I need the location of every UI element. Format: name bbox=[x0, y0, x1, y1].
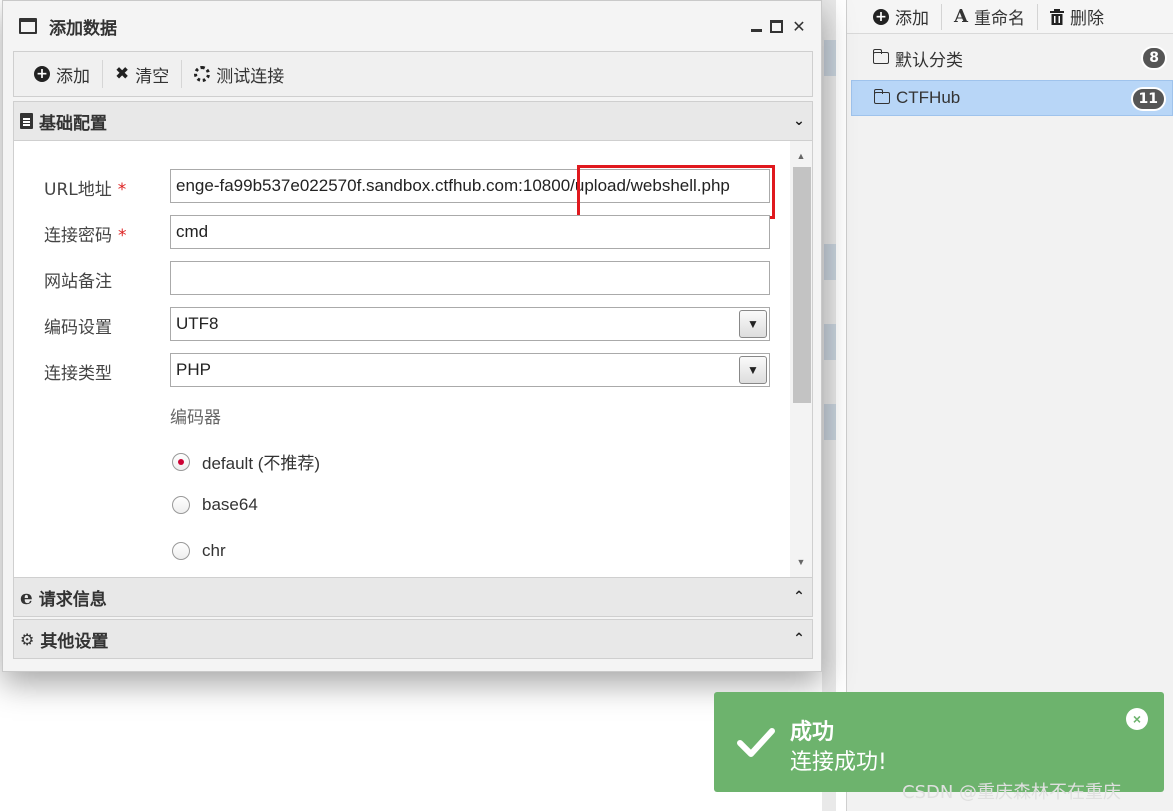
category-panel: + 添加 A 重命名 删除 默认分类 8 CTFHub 11 bbox=[846, 0, 1173, 811]
radio-button[interactable] bbox=[172, 542, 190, 560]
radio-button[interactable] bbox=[172, 452, 190, 471]
chevron-down-icon[interactable]: ▼ bbox=[739, 356, 767, 384]
window-controls: ✕ bbox=[751, 17, 821, 36]
note-label: 网站备注 bbox=[44, 272, 112, 292]
minimize-button[interactable] bbox=[751, 20, 762, 32]
chevron-up-icon: ⌃ bbox=[793, 631, 805, 647]
category-add-button[interactable]: + 添加 bbox=[861, 4, 941, 30]
toast-title: 成功 bbox=[790, 720, 835, 745]
add-button[interactable]: + 添加 bbox=[22, 59, 102, 89]
font-a-icon: A bbox=[954, 6, 968, 27]
clear-button[interactable]: ✖ 清空 bbox=[103, 59, 181, 89]
encoding-select[interactable]: UTF8 ▼ bbox=[170, 307, 770, 341]
folder-icon bbox=[873, 89, 890, 104]
category-toolbar: + 添加 A 重命名 删除 bbox=[847, 0, 1173, 34]
password-input[interactable]: cmd bbox=[170, 215, 770, 249]
encoder-option-default[interactable]: default (不推荐) bbox=[172, 449, 320, 474]
count-badge: 11 bbox=[1130, 87, 1166, 111]
category-rename-button[interactable]: A 重命名 bbox=[942, 4, 1037, 30]
trash-icon bbox=[1049, 8, 1064, 25]
maximize-button[interactable] bbox=[770, 19, 783, 33]
success-toast: 成功 连接成功! × bbox=[714, 692, 1164, 792]
document-icon bbox=[20, 113, 33, 129]
password-label: 连接密码 * bbox=[44, 226, 127, 246]
toast-close-button[interactable]: × bbox=[1126, 708, 1148, 730]
test-connection-button[interactable]: 测试连接 bbox=[182, 59, 296, 89]
basic-config-form: URL地址 * enge-fa99b537e022570f.sandbox.ctf… bbox=[13, 141, 813, 577]
scroll-up-icon[interactable]: ▲ bbox=[790, 145, 812, 167]
plus-circle-icon: + bbox=[34, 66, 50, 82]
edge-icon: e bbox=[20, 585, 33, 609]
category-item-ctfhub[interactable]: CTFHub 11 bbox=[851, 80, 1173, 116]
dialog-title: 添加数据 bbox=[49, 18, 117, 39]
gears-icon: ⚙ bbox=[20, 629, 35, 649]
dialog-body: + 添加 ✖ 清空 测试连接 基础配置 ⌄ URL地址 * enge-fa99b5… bbox=[13, 51, 813, 663]
plus-circle-icon: + bbox=[873, 8, 889, 25]
background-block bbox=[824, 324, 836, 360]
background-strip bbox=[822, 0, 836, 811]
window-icon bbox=[19, 18, 37, 34]
scroll-down-icon[interactable]: ▼ bbox=[790, 551, 812, 573]
spinner-icon bbox=[194, 66, 211, 82]
url-label: URL地址 * bbox=[44, 180, 127, 200]
connection-type-label: 连接类型 bbox=[44, 364, 112, 384]
encoding-label: 编码设置 bbox=[44, 318, 112, 338]
close-icon: ✖ bbox=[115, 64, 130, 84]
category-list: 默认分类 8 CTFHub 11 bbox=[847, 34, 1173, 116]
required-star: * bbox=[118, 226, 127, 246]
scrollbar-thumb[interactable] bbox=[793, 167, 811, 403]
close-button[interactable]: ✕ bbox=[791, 17, 807, 36]
chevron-down-icon: ⌄ bbox=[793, 113, 805, 129]
encoder-heading: 编码器 bbox=[170, 408, 221, 428]
folder-icon bbox=[872, 49, 889, 64]
note-input[interactable] bbox=[170, 261, 770, 295]
radio-button[interactable] bbox=[172, 496, 190, 514]
checkmark-icon bbox=[737, 728, 775, 757]
toast-message: 连接成功! bbox=[790, 750, 887, 775]
connection-type-select[interactable]: PHP ▼ bbox=[170, 353, 770, 387]
background-block bbox=[824, 40, 836, 76]
category-item-default[interactable]: 默认分类 8 bbox=[851, 40, 1173, 76]
required-star: * bbox=[117, 180, 127, 200]
dialog-titlebar[interactable]: 添加数据 ✕ bbox=[3, 1, 821, 51]
section-request-info[interactable]: e 请求信息 ⌃ bbox=[13, 577, 813, 617]
encoder-option-chr[interactable]: chr bbox=[172, 541, 226, 561]
chevron-down-icon[interactable]: ▼ bbox=[739, 310, 767, 338]
form-scrollbar[interactable]: ▲ ▼ bbox=[790, 141, 812, 577]
category-delete-button[interactable]: 删除 bbox=[1038, 4, 1116, 30]
encoder-option-base64[interactable]: base64 bbox=[172, 495, 258, 515]
chevron-up-icon: ⌃ bbox=[793, 589, 805, 605]
dialog-toolbar: + 添加 ✖ 清空 测试连接 bbox=[13, 51, 813, 97]
highlight-box bbox=[577, 165, 775, 219]
count-badge: 8 bbox=[1141, 46, 1167, 70]
watermark: CSDN @重庆森林不在重庆 bbox=[902, 782, 1122, 803]
background-block bbox=[824, 404, 836, 440]
background-block bbox=[824, 244, 836, 280]
add-data-dialog: 添加数据 ✕ + 添加 ✖ 清空 测试连接 基础配置 ⌄ URL地址 * eng… bbox=[2, 0, 822, 672]
section-basic-config[interactable]: 基础配置 ⌄ bbox=[13, 101, 813, 141]
section-other-settings[interactable]: ⚙ 其他设置 ⌃ bbox=[13, 619, 813, 659]
